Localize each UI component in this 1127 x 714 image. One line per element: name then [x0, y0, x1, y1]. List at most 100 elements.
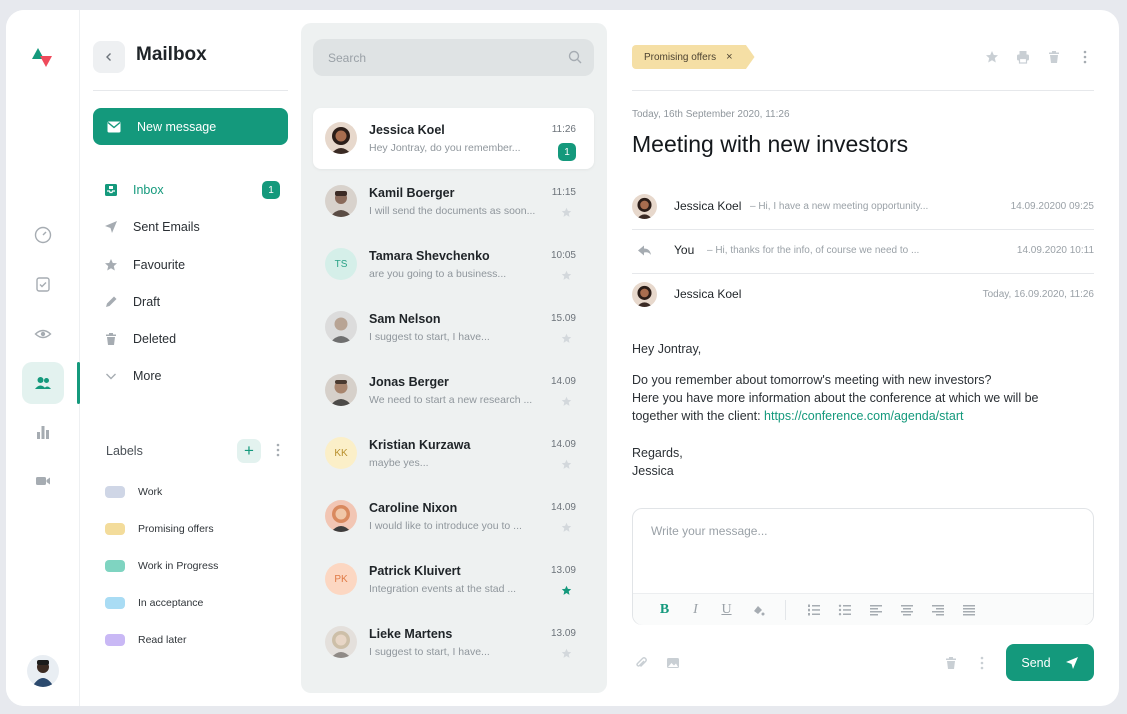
message-preview: I suggest to start, I have...: [369, 646, 490, 658]
star-icon[interactable]: [561, 333, 572, 344]
folder-inbox[interactable]: Inbox 1: [102, 178, 288, 202]
bullet-list-icon[interactable]: [829, 600, 860, 620]
new-message-button[interactable]: New message: [93, 108, 288, 145]
remove-tag-button[interactable]: ×: [726, 51, 732, 63]
label-color: [105, 634, 125, 646]
message-list: Search Jessica Koel Hey Jontray, do you …: [301, 23, 607, 693]
message-item[interactable]: Caroline Nixon I would like to introduce…: [313, 486, 594, 547]
divider: [632, 90, 1094, 91]
print-icon[interactable]: [1014, 48, 1032, 66]
star-icon[interactable]: [983, 48, 1001, 66]
label-promising-offers[interactable]: Promising offers: [105, 521, 214, 537]
message-preview: maybe yes...: [369, 457, 429, 469]
video-icon[interactable]: [22, 460, 64, 502]
thread-item[interactable]: Jessica Koel Today, 16.09.2020, 11:26: [632, 281, 1094, 307]
body-signature: Jessica: [632, 464, 674, 478]
star-icon[interactable]: [561, 396, 572, 407]
body-line: together with the client: https://confer…: [632, 407, 963, 425]
back-button[interactable]: [93, 41, 125, 73]
label-work[interactable]: Work: [105, 484, 162, 500]
star-icon[interactable]: [561, 648, 572, 659]
trash-icon[interactable]: [942, 654, 960, 672]
folder-favourite[interactable]: Favourite: [102, 253, 288, 277]
message-preview: I would like to introduce you to ...: [369, 520, 522, 532]
thread-snippet: – Hi, I have a new meeting opportunity..…: [750, 200, 929, 212]
more-vertical-icon[interactable]: [973, 654, 991, 672]
body-line: Do you remember about tomorrow's meeting…: [632, 373, 992, 387]
align-center-icon[interactable]: [891, 600, 922, 620]
message-item[interactable]: Lieke Martens I suggest to start, I have…: [313, 612, 594, 673]
label-name: Work: [138, 486, 163, 498]
star-icon: [102, 256, 120, 274]
eye-icon[interactable]: [22, 313, 64, 355]
message-item[interactable]: Jonas Berger We need to start a new rese…: [313, 360, 594, 421]
message-preview: Hey Jontray, do you remember...: [369, 142, 521, 154]
message-preview: We need to start a new research ...: [369, 394, 533, 406]
star-filled-icon[interactable]: [561, 585, 572, 596]
folder-draft[interactable]: Draft: [102, 290, 288, 314]
fill-color-icon[interactable]: [742, 600, 773, 620]
star-icon[interactable]: [561, 207, 572, 218]
star-icon[interactable]: [561, 459, 572, 470]
message-time: 11:26: [551, 124, 576, 135]
unread-badge: 1: [262, 181, 280, 199]
message-subject: Meeting with new investors: [632, 131, 909, 157]
message-time: 10:05: [550, 250, 576, 261]
user-avatar[interactable]: [27, 655, 59, 687]
avatar: [632, 281, 657, 307]
message-item[interactable]: PK Patrick Kluivert Integration events a…: [313, 549, 594, 610]
thread-item[interactable]: Jessica Koel – Hi, I have a new meeting …: [632, 193, 1094, 219]
mailbox-panel: Mailbox New message Inbox 1 Sent Emails …: [80, 10, 301, 706]
underline-button[interactable]: U: [711, 600, 742, 620]
label-tag[interactable]: Promising offers ×: [632, 45, 755, 69]
avatar: KK: [325, 437, 357, 469]
app-logo-icon[interactable]: [30, 46, 54, 68]
avatar: PK: [325, 563, 357, 595]
star-icon[interactable]: [561, 270, 572, 281]
image-icon[interactable]: [664, 654, 682, 672]
labels-title: Labels: [106, 444, 143, 458]
search-icon[interactable]: [568, 50, 582, 64]
message-item[interactable]: Kamil Boerger I will send the documents …: [313, 171, 594, 232]
conference-link[interactable]: https://conference.com/agenda/start: [764, 409, 963, 423]
message-time: 14.09: [550, 376, 576, 387]
folder-more[interactable]: More: [102, 364, 288, 388]
paperclip-icon[interactable]: [632, 654, 650, 672]
thread-sender: Jessica Koel: [674, 199, 742, 213]
divider: [93, 90, 288, 91]
chevron-down-icon: [102, 367, 120, 385]
folder-deleted[interactable]: Deleted: [102, 327, 288, 351]
justify-icon[interactable]: [953, 600, 984, 620]
align-left-icon[interactable]: [860, 600, 891, 620]
dashboard-icon[interactable]: [22, 214, 64, 256]
star-icon[interactable]: [561, 522, 572, 533]
message-preview: I will send the documents as soon...: [369, 205, 536, 217]
label-work-in-progress[interactable]: Work in Progress: [105, 558, 218, 574]
unread-badge: 1: [558, 143, 576, 161]
more-vertical-icon[interactable]: [273, 442, 283, 458]
more-vertical-icon[interactable]: [1076, 48, 1094, 66]
message-item[interactable]: Sam Nelson I suggest to start, I have...…: [313, 297, 594, 358]
thread-item[interactable]: You – Hi, thanks for the info, of course…: [632, 237, 1094, 263]
align-right-icon[interactable]: [922, 600, 953, 620]
bold-button[interactable]: B: [649, 600, 680, 620]
message-item[interactable]: TS Tamara Shevchenko are you going to a …: [313, 234, 594, 295]
message-item[interactable]: KK Kristian Kurzawa maybe yes... 14.09: [313, 423, 594, 484]
trash-icon[interactable]: [1045, 48, 1063, 66]
folder-label: Inbox: [133, 183, 164, 197]
chevron-left-icon: [106, 53, 111, 61]
numbered-list-icon[interactable]: [798, 600, 829, 620]
label-read-later[interactable]: Read later: [105, 632, 186, 648]
add-label-button[interactable]: +: [237, 439, 261, 463]
message-item[interactable]: Jessica Koel Hey Jontray, do you remembe…: [313, 108, 594, 169]
reply-composer[interactable]: Write your message... B I U: [632, 508, 1094, 625]
contacts-icon[interactable]: [22, 362, 64, 404]
send-button[interactable]: Send: [1006, 644, 1094, 681]
folder-sent-emails[interactable]: Sent Emails: [102, 215, 288, 239]
label-in-acceptance[interactable]: In acceptance: [105, 595, 203, 611]
sender-name: Tamara Shevchenko: [369, 249, 490, 263]
search-input[interactable]: Search: [313, 39, 594, 76]
tasks-icon[interactable]: [22, 263, 64, 305]
analytics-icon[interactable]: [22, 411, 64, 453]
italic-button[interactable]: I: [680, 600, 711, 620]
